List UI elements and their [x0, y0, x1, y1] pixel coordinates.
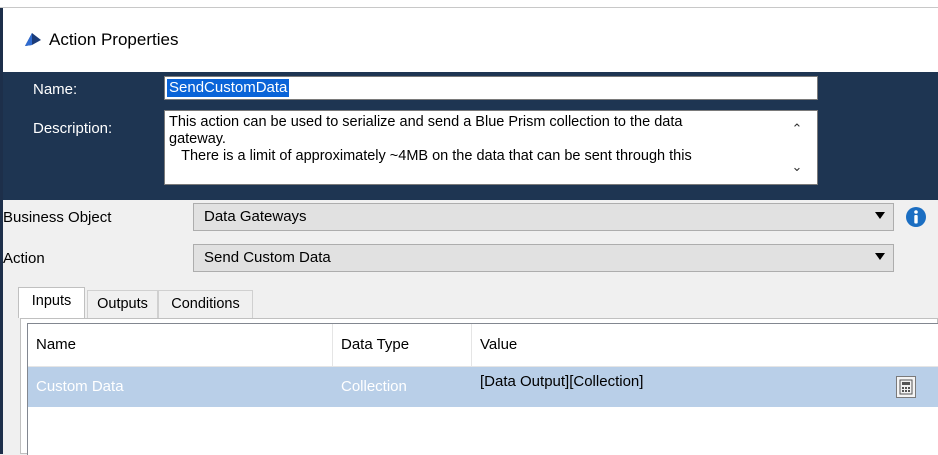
tab-label: Conditions	[171, 296, 240, 312]
window-title: Action Properties	[49, 30, 179, 49]
action-value: Send Custom Data	[204, 249, 331, 266]
chevron-down-icon	[875, 253, 885, 260]
column-header-name[interactable]: Name	[28, 324, 332, 366]
inputs-tab-panel: Name Data Type Value Custom Data Collect…	[20, 318, 938, 455]
business-object-label: Business Object	[3, 209, 112, 226]
name-value: SendCustomData	[167, 79, 290, 97]
table-row[interactable]: Custom Data Collection [Data Output][Col…	[28, 367, 938, 407]
tab-label: Outputs	[97, 296, 148, 312]
blue-prism-action-icon	[23, 32, 43, 52]
business-object-value: Data Gateways	[204, 208, 307, 225]
action-header-panel: Name: SendCustomData Description: This a…	[3, 72, 938, 200]
grid-header: Name Data Type Value	[28, 324, 938, 367]
column-header-value[interactable]: Value	[472, 324, 932, 366]
chevron-down-icon	[875, 212, 885, 219]
action-select[interactable]: Send Custom Data	[193, 244, 894, 272]
tab-outputs[interactable]: Outputs	[87, 290, 158, 318]
description-label: Description:	[33, 120, 113, 137]
action-label: Action	[3, 250, 45, 267]
inputs-grid: Name Data Type Value Custom Data Collect…	[27, 323, 938, 455]
calculator-icon[interactable]	[896, 376, 916, 398]
description-field[interactable]: This action can be used to serialize and…	[164, 110, 818, 185]
tab-conditions[interactable]: Conditions	[158, 290, 253, 318]
scroll-up-icon[interactable]: ⌃	[787, 121, 807, 141]
row-data-type: Collection	[341, 378, 407, 395]
info-icon[interactable]	[905, 206, 927, 232]
tab-label: Inputs	[31, 293, 72, 309]
tab-inputs[interactable]: Inputs	[18, 287, 85, 318]
column-header-data-type[interactable]: Data Type	[333, 324, 471, 366]
name-field[interactable]: SendCustomData	[164, 76, 818, 100]
title-bar: Action Properties	[3, 8, 938, 72]
row-name: Custom Data	[36, 378, 124, 395]
row-value[interactable]: [Data Output][Collection]	[472, 367, 872, 407]
top-strip	[0, 0, 938, 8]
scroll-down-icon[interactable]: ⌄	[787, 159, 807, 179]
business-object-select[interactable]: Data Gateways	[193, 203, 894, 231]
name-label: Name:	[33, 81, 78, 98]
description-text: This action can be used to serialize and…	[169, 114, 692, 164]
